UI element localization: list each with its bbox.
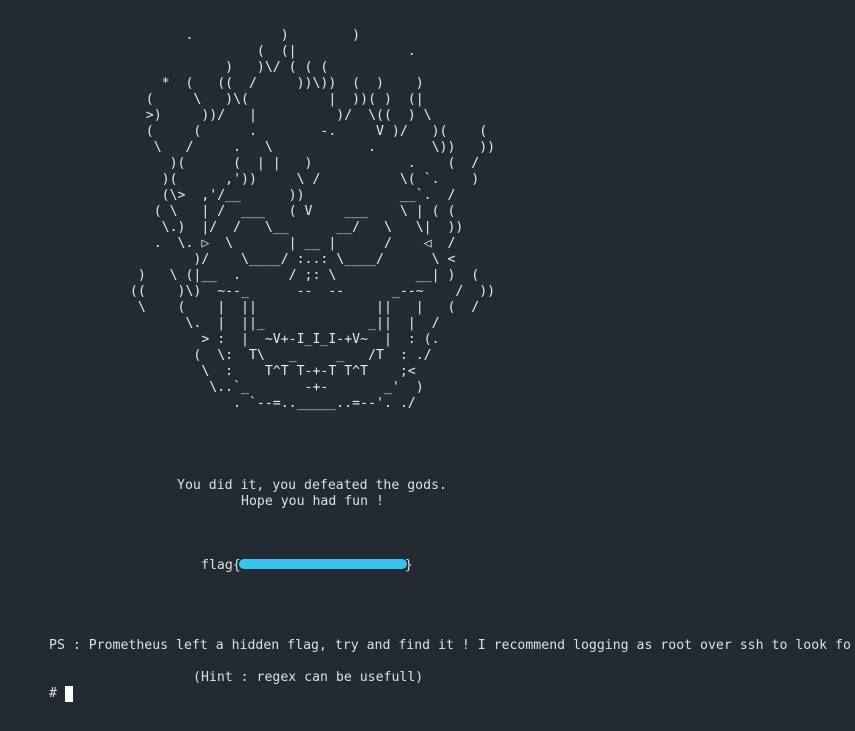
prompt-symbol: # xyxy=(49,686,57,701)
cursor-block[interactable] xyxy=(64,686,73,702)
ps-message: PS : Prometheus left a hidden flag, try … xyxy=(49,638,851,653)
hope-message: Hope you had fun ! xyxy=(241,494,384,509)
flag-line: flag{} xyxy=(201,558,413,574)
flag-prefix: flag{ xyxy=(201,558,241,573)
ascii-art-skull: . ) ) ( (| . ) )\/ ( ( ( * ( (( / ))\)) … xyxy=(129,28,496,411)
shell-prompt-line[interactable]: # xyxy=(49,686,73,702)
terminal-window[interactable]: . ) ) ( (| . ) )\/ ( ( ( * ( (( / ))\)) … xyxy=(0,0,855,731)
victory-message: You did it, you defeated the gods. xyxy=(177,478,447,493)
flag-redaction xyxy=(238,559,407,569)
hint-message: (Hint : regex can be usefull) xyxy=(193,670,424,685)
